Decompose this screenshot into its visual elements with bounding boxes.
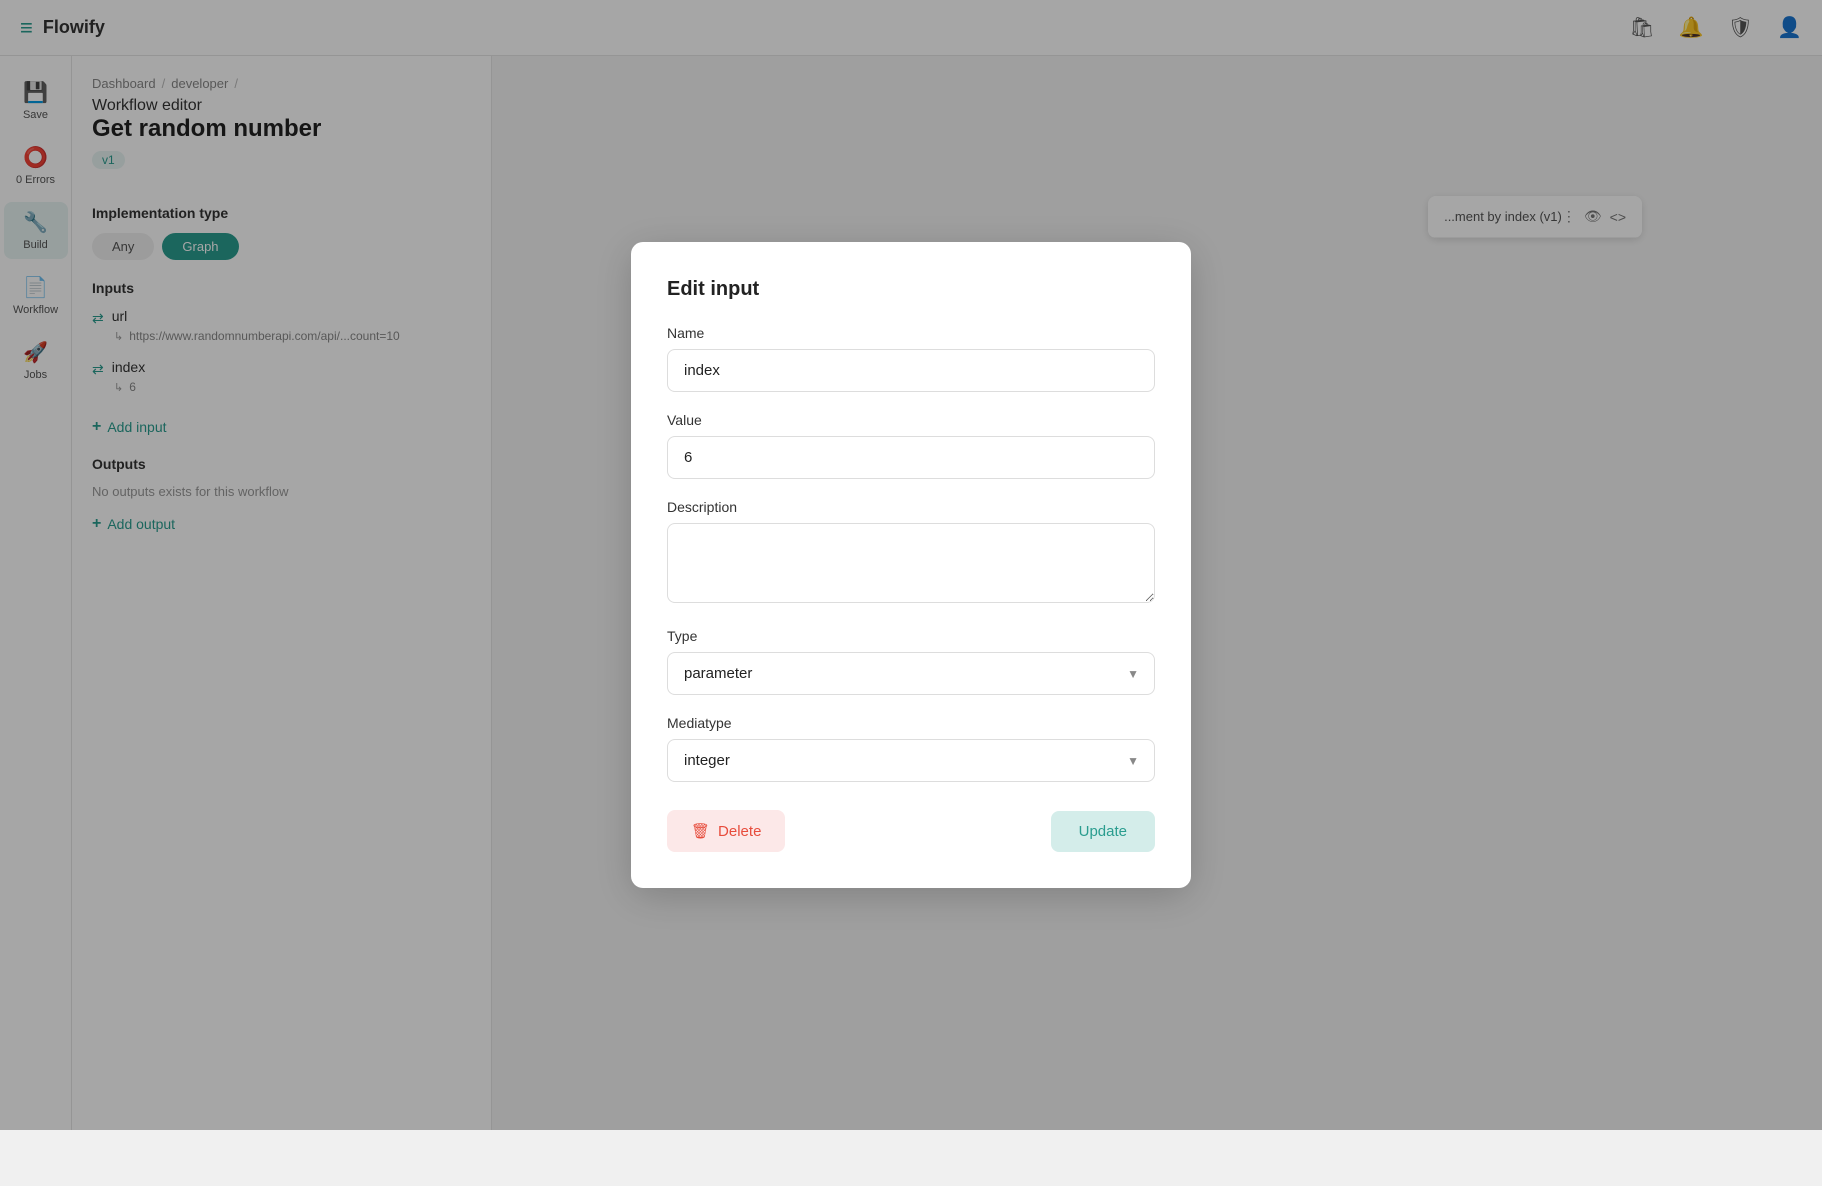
type-select[interactable]: parameter body header query — [667, 652, 1155, 695]
value-label: Value — [667, 412, 1155, 428]
value-group: Value — [667, 412, 1155, 479]
type-label: Type — [667, 628, 1155, 644]
modal-footer: 🗑 Delete Update — [667, 810, 1155, 852]
name-input[interactable] — [667, 349, 1155, 392]
type-group: Type parameter body header query ▼ — [667, 628, 1155, 695]
description-textarea[interactable] — [667, 523, 1155, 603]
delete-button[interactable]: 🗑 Delete — [667, 810, 785, 852]
name-group: Name — [667, 325, 1155, 392]
edit-input-modal: Edit input Name Value Description Type p… — [631, 242, 1191, 888]
mediatype-select[interactable]: integer string boolean number array obje… — [667, 739, 1155, 782]
mediatype-label: Mediatype — [667, 715, 1155, 731]
update-button[interactable]: Update — [1051, 811, 1155, 852]
description-label: Description — [667, 499, 1155, 515]
name-label: Name — [667, 325, 1155, 341]
delete-label: Delete — [718, 823, 761, 840]
modal-title: Edit input — [667, 278, 1155, 301]
mediatype-group: Mediatype integer string boolean number … — [667, 715, 1155, 782]
modal-overlay: Edit input Name Value Description Type p… — [0, 0, 1822, 1130]
value-input[interactable] — [667, 436, 1155, 479]
description-group: Description — [667, 499, 1155, 608]
type-select-wrapper: parameter body header query ▼ — [667, 652, 1155, 695]
mediatype-select-wrapper: integer string boolean number array obje… — [667, 739, 1155, 782]
delete-icon: 🗑 — [691, 822, 710, 840]
